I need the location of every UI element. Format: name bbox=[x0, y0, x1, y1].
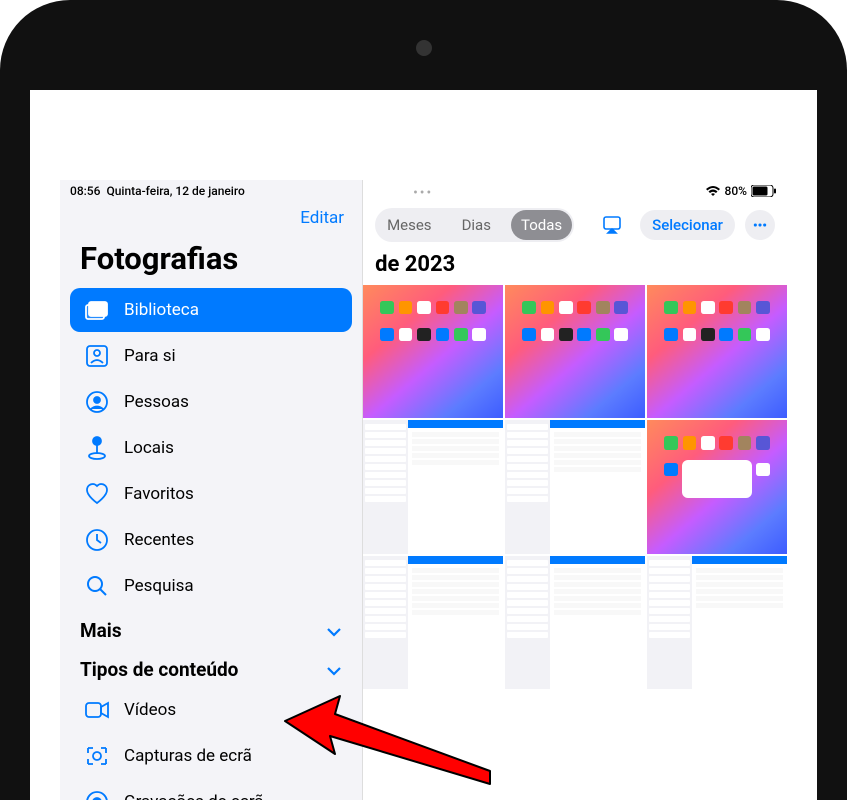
chevron-down-icon bbox=[326, 619, 342, 642]
people-icon bbox=[84, 389, 110, 415]
sidebar-item-label: Pessoas bbox=[124, 392, 189, 412]
device-camera bbox=[416, 40, 432, 56]
screenshot-icon bbox=[84, 743, 110, 769]
photo-thumbnail[interactable] bbox=[505, 285, 645, 418]
view-segmented-control: Meses Dias Todas bbox=[375, 208, 574, 242]
section-mais[interactable]: Mais bbox=[60, 609, 362, 648]
photo-thumbnail[interactable] bbox=[363, 285, 503, 418]
segment-meses[interactable]: Meses bbox=[377, 210, 442, 240]
photo-thumbnail[interactable] bbox=[363, 556, 503, 689]
sidebar-item-videos[interactable]: Vídeos bbox=[70, 688, 352, 732]
sidebar-item-places[interactable]: Locais bbox=[70, 426, 352, 470]
battery-icon bbox=[751, 185, 777, 197]
content-area: ••• Meses Dias Todas Selecionar de 2023 bbox=[363, 180, 787, 800]
edit-button[interactable]: Editar bbox=[300, 208, 344, 228]
sidebar-item-label: Para si bbox=[124, 346, 176, 366]
select-button[interactable]: Selecionar bbox=[640, 210, 735, 240]
sidebar-item-search[interactable]: Pesquisa bbox=[70, 564, 352, 608]
sidebar-item-label: Capturas de ecrã bbox=[124, 746, 252, 766]
segment-todas[interactable]: Todas bbox=[511, 210, 572, 240]
sidebar-item-favorites[interactable]: Favoritos bbox=[70, 472, 352, 516]
sidebar-item-label: Biblioteca bbox=[124, 300, 199, 320]
photo-thumbnail[interactable] bbox=[505, 420, 645, 553]
sidebar-item-label: Pesquisa bbox=[124, 576, 194, 596]
for-you-icon bbox=[84, 343, 110, 369]
photo-thumbnail[interactable] bbox=[363, 420, 503, 553]
places-icon bbox=[84, 435, 110, 461]
content-title: de 2023 bbox=[363, 252, 787, 285]
sidebar-item-label: Gravações de ecrã bbox=[124, 792, 264, 800]
sidebar-item-people[interactable]: Pessoas bbox=[70, 380, 352, 424]
cast-button[interactable] bbox=[594, 212, 630, 238]
sidebar-item-library[interactable]: Biblioteca bbox=[70, 288, 352, 332]
section-label: Tipos de conteúdo bbox=[80, 658, 238, 681]
more-button[interactable] bbox=[745, 210, 775, 240]
photo-thumbnail[interactable] bbox=[647, 285, 787, 418]
sidebar-title: Fotografias bbox=[60, 228, 362, 287]
photo-grid bbox=[363, 285, 787, 689]
library-icon bbox=[84, 297, 110, 323]
clock-icon bbox=[84, 527, 110, 553]
photo-thumbnail[interactable] bbox=[647, 556, 787, 689]
sidebar-item-label: Locais bbox=[124, 438, 174, 458]
sidebar: Editar Fotografias Biblioteca Para si bbox=[60, 180, 363, 800]
photo-thumbnail[interactable] bbox=[647, 420, 787, 553]
segment-dias[interactable]: Dias bbox=[452, 210, 501, 240]
section-label: Mais bbox=[80, 619, 122, 642]
status-time: 08:56 bbox=[70, 184, 100, 198]
status-bar: 08:56 Quinta-feira, 12 de janeiro 80% bbox=[60, 180, 787, 202]
device-frame: 08:56 Quinta-feira, 12 de janeiro 80% Ed… bbox=[0, 0, 847, 800]
screen-recording-icon bbox=[84, 789, 110, 800]
sidebar-item-screen-recordings[interactable]: Gravações de ecrã bbox=[70, 780, 352, 800]
heart-icon bbox=[84, 481, 110, 507]
sidebar-item-label: Vídeos bbox=[124, 700, 176, 720]
status-battery-percent: 80% bbox=[725, 184, 747, 198]
sidebar-item-label: Recentes bbox=[124, 530, 194, 550]
sidebar-item-screenshots[interactable]: Capturas de ecrã bbox=[70, 734, 352, 778]
search-icon bbox=[84, 573, 110, 599]
photo-thumbnail[interactable] bbox=[505, 556, 645, 689]
chevron-down-icon bbox=[326, 658, 342, 681]
sidebar-item-for-you[interactable]: Para si bbox=[70, 334, 352, 378]
section-tipos[interactable]: Tipos de conteúdo bbox=[60, 648, 362, 687]
status-date: Quinta-feira, 12 de janeiro bbox=[106, 184, 244, 198]
video-icon bbox=[84, 697, 110, 723]
sidebar-item-recents[interactable]: Recentes bbox=[70, 518, 352, 562]
sidebar-item-label: Favoritos bbox=[124, 484, 194, 504]
content-toolbar: Meses Dias Todas Selecionar bbox=[363, 202, 787, 252]
wifi-icon bbox=[705, 185, 721, 197]
